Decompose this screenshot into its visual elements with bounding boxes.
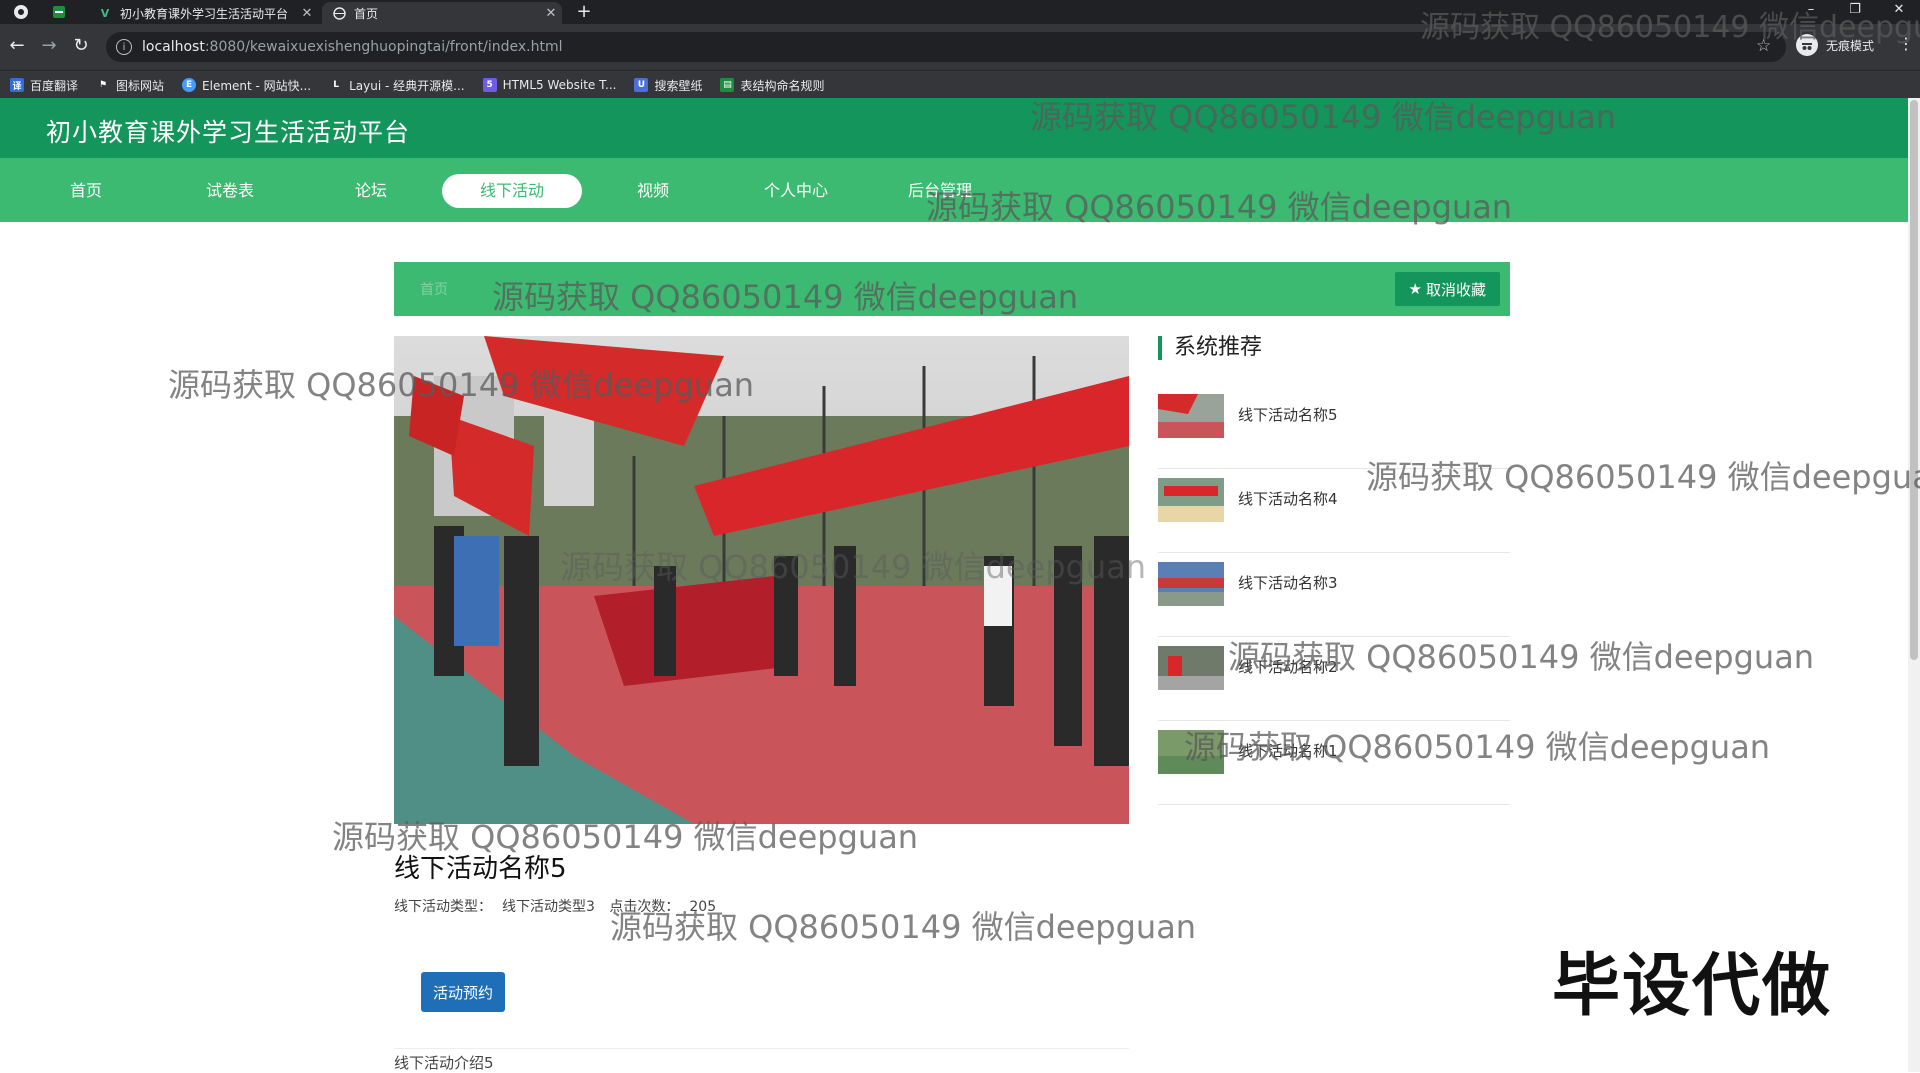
type-value: 线下活动类型3 (502, 899, 595, 915)
divider (394, 1048, 1129, 1049)
restore-icon[interactable]: ❐ (1840, 0, 1870, 20)
bookmark-label: 表结构命名规则 (740, 78, 825, 93)
book-activity-button[interactable]: 活动预约 (421, 972, 505, 1012)
recommend-item[interactable]: 线下活动名称5 (1158, 384, 1510, 469)
pinned-tab-icon[interactable] (50, 3, 68, 21)
globe-icon (332, 6, 346, 20)
recommend-thumbnail[interactable] (1158, 562, 1224, 606)
browser-logo-icon (12, 3, 30, 21)
translate-icon: 译 (10, 78, 24, 92)
activity-meta: 线下活动类型： 线下活动类型3 点击次数： 205 (394, 896, 726, 916)
bookmark-item[interactable]: E Element - 网站快... (182, 77, 311, 94)
bookmark-item[interactable]: ▤ 表结构命名规则 (720, 77, 824, 94)
breadcrumb[interactable]: 首页 (420, 279, 448, 299)
wallpaper-icon: U (634, 78, 649, 92)
activity-photo (394, 336, 1129, 824)
recommend-item[interactable]: 线下活动名称1 (1158, 720, 1510, 805)
reload-icon[interactable]: ↻ (70, 36, 92, 56)
unfavorite-button[interactable]: ★ 取消收藏 (1394, 272, 1500, 306)
recommend-thumbnail[interactable] (1158, 478, 1224, 522)
nav-home[interactable]: 首页 (46, 174, 126, 208)
bookmark-item[interactable]: U 搜索壁纸 (634, 77, 702, 94)
page-scroll-thumb[interactable] (1910, 100, 1918, 660)
recommend-title: 系统推荐 (1158, 336, 1262, 360)
sheet-icon: ▤ (720, 78, 735, 92)
bookmark-item[interactable]: 5 HTML5 Website T... (482, 78, 617, 92)
bookmark-item[interactable]: 译百度翻译 (10, 77, 78, 94)
bookmark-label: Layui - 经典开源模... (349, 78, 465, 93)
promo-stamp: 毕设代做 (1552, 947, 1833, 1026)
bookmark-label: 图标网站 (116, 78, 165, 93)
recommend-name[interactable]: 线下活动名称2 (1238, 656, 1338, 677)
flag-icon: ⚑ (96, 78, 111, 92)
nav-forum[interactable]: 论坛 (331, 174, 411, 208)
unfavorite-label: 取消收藏 (1425, 280, 1486, 299)
nav-exam[interactable]: 试卷表 (190, 174, 270, 208)
recommend-name[interactable]: 线下活动名称3 (1238, 572, 1338, 593)
bookmark-label: HTML5 Website T... (502, 78, 617, 92)
new-tab-button[interactable]: + (574, 1, 594, 22)
clicks-value: 205 (689, 899, 717, 915)
tab-platform[interactable]: V 初小教育课外学习生活活动平台 ✕ (88, 2, 318, 24)
nav-personal-center[interactable]: 个人中心 (756, 174, 836, 208)
recommend-item[interactable]: 线下活动名称4 (1158, 468, 1510, 553)
tab-title: 初小教育课外学习生活活动平台 (120, 6, 289, 21)
bookmark-item[interactable]: ⚑ 图标网站 (96, 77, 164, 94)
address-bar-row: ← → ↻ i localhost :8080/kewaixuexishengh… (0, 24, 1920, 70)
recommend-name[interactable]: 线下活动名称4 (1238, 488, 1338, 509)
minimize-icon[interactable]: – (1796, 0, 1826, 20)
layui-icon: L (329, 78, 344, 92)
info-icon[interactable]: i (116, 39, 132, 55)
tab-home[interactable]: 首页 ✕ (322, 2, 562, 24)
html5-icon: 5 (482, 78, 497, 92)
element-icon: E (182, 78, 197, 92)
recommend-name[interactable]: 线下活动名称1 (1238, 740, 1338, 761)
recommend-name[interactable]: 线下活动名称5 (1238, 404, 1338, 425)
bookmark-star-icon[interactable]: ☆ (1756, 36, 1771, 56)
site-header: 初小教育课外学习生活活动平台 (0, 98, 1908, 158)
bookmark-label: Element - 网站快... (202, 78, 312, 93)
url-input[interactable]: i localhost :8080/kewaixuexishenghuoping… (106, 32, 1786, 62)
close-icon[interactable]: ✕ (540, 6, 562, 21)
nav-video[interactable]: 视频 (613, 174, 693, 208)
close-icon[interactable]: ✕ (296, 6, 318, 21)
incognito-icon (1796, 34, 1818, 56)
recommend-item[interactable]: 线下活动名称3 (1158, 552, 1510, 637)
clicks-label: 点击次数： (609, 899, 680, 915)
main-nav: 首页 试卷表 论坛 线下活动 视频 个人中心 后台管理 (0, 158, 1908, 222)
bookmark-item[interactable]: L Layui - 经典开源模... (329, 77, 465, 94)
back-icon[interactable]: ← (6, 36, 28, 56)
url-path: :8080/kewaixuexishenghuopingtai/front/in… (204, 39, 563, 55)
nav-offline-activity[interactable]: 线下活动 (442, 174, 582, 208)
recommend-thumbnail[interactable] (1158, 394, 1224, 438)
bookmarks-bar: 译百度翻译 ⚑ 图标网站 E Element - 网站快... L Layui - 经… (0, 70, 1920, 99)
recommend-thumbnail[interactable] (1158, 730, 1224, 774)
tab-title: 首页 (354, 6, 379, 21)
nav-admin[interactable]: 后台管理 (900, 174, 980, 208)
activity-title: 线下活动名称5 (394, 854, 567, 884)
recommend-thumbnail[interactable] (1158, 646, 1224, 690)
forward-icon[interactable]: → (38, 36, 60, 56)
menu-kebab-icon[interactable]: ⋮ (1898, 34, 1914, 53)
site-title: 初小教育课外学习生活活动平台 (46, 118, 411, 147)
browser-tabstrip: V 初小教育课外学习生活活动平台 ✕ 首页 ✕ + – ❐ ✕ (0, 0, 1920, 24)
bookmark-label: 搜索壁纸 (654, 78, 703, 93)
bookmark-label: 百度翻译 (30, 78, 79, 93)
activity-intro: 线下活动介绍5 (394, 1054, 494, 1072)
incognito-label: 无痕模式 (1826, 38, 1875, 53)
url-host: localhost (142, 39, 205, 55)
close-window-icon[interactable]: ✕ (1884, 0, 1914, 20)
breadcrumb-bar: 首页 ★ 取消收藏 (394, 262, 1510, 316)
type-label: 线下活动类型： (394, 899, 492, 915)
star-icon: ★ (1408, 280, 1422, 298)
incognito-indicator[interactable]: 无痕模式 (1796, 34, 1874, 56)
vue-icon: V (100, 6, 110, 20)
recommend-item[interactable]: 线下活动名称2 (1158, 636, 1510, 721)
